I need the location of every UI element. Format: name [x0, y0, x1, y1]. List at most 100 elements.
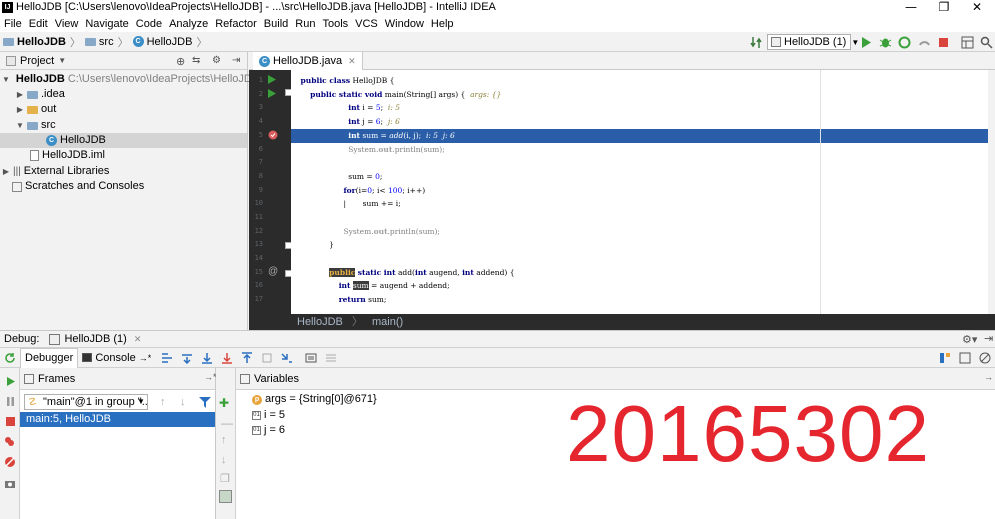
- force-step-into-icon[interactable]: [221, 352, 233, 364]
- new-watch-icon[interactable]: ✚: [219, 396, 229, 410]
- rerun-icon[interactable]: [4, 352, 16, 364]
- tree-item-root[interactable]: ▼ HelloJDB C:\Users\lenovo\IdeaProjects\…: [0, 72, 259, 87]
- run-configuration-select[interactable]: HelloJDB (1) ▼: [767, 34, 859, 50]
- hide-panel-icon[interactable]: →: [984, 372, 993, 382]
- intellij-logo-icon: IJ: [2, 2, 13, 13]
- maximize-button[interactable]: ❐: [929, 0, 959, 16]
- project-structure-icon[interactable]: [961, 36, 974, 49]
- project-view-select[interactable]: Project: [20, 55, 54, 67]
- menu-refactor[interactable]: Refactor: [211, 16, 260, 32]
- pause-icon[interactable]: [5, 396, 16, 407]
- camera-icon[interactable]: [4, 478, 16, 490]
- variable-row-i[interactable]: 01 i = 5: [252, 408, 285, 423]
- tree-item-external-libraries[interactable]: ▶ ||| External Libraries: [0, 164, 247, 179]
- debug-session-tab[interactable]: HelloJDB (1): [64, 333, 126, 345]
- tab-console[interactable]: Console →*: [78, 348, 155, 368]
- code-line: System.out.println(sum);: [291, 227, 440, 236]
- hide-panel-icon[interactable]: ⇥: [232, 55, 240, 66]
- hide-panel-icon[interactable]: ⇥: [984, 332, 993, 345]
- mute-breakpoints-icon[interactable]: [4, 456, 16, 468]
- thread-select[interactable]: ☡ "main"@1 in group "... ▼: [24, 394, 148, 410]
- gear-icon[interactable]: ⚙: [212, 55, 221, 66]
- step-out-icon[interactable]: [241, 351, 253, 364]
- menu-file[interactable]: File: [0, 16, 25, 32]
- menu-help[interactable]: Help: [427, 16, 457, 32]
- crumb-class[interactable]: HelloJDB: [297, 316, 343, 328]
- menu-edit[interactable]: Edit: [25, 16, 51, 32]
- run-gutter-icon[interactable]: [268, 89, 276, 98]
- tab-hellojdb-java[interactable]: C HelloJDB.java ✕: [253, 52, 363, 70]
- breadcrumb-separator: 〉: [117, 36, 129, 49]
- mute-breakpoints-icon[interactable]: [979, 352, 991, 364]
- editor-scrollbar[interactable]: [988, 70, 995, 314]
- evaluate-expression-icon[interactable]: [305, 352, 317, 364]
- close-tab-icon[interactable]: ✕: [348, 56, 356, 67]
- menu-navigate[interactable]: Navigate: [81, 16, 131, 32]
- menu-window[interactable]: Window: [381, 16, 427, 32]
- hide-panel-icon[interactable]: →*: [204, 372, 217, 382]
- variable-row-args[interactable]: p args = {String[0]@671}: [252, 392, 377, 407]
- build-icon[interactable]: [750, 36, 763, 49]
- menu-tools[interactable]: Tools: [318, 16, 351, 32]
- view-breakpoints-icon[interactable]: [4, 436, 16, 448]
- restore-layout-icon[interactable]: [939, 352, 951, 364]
- code-line: }: [291, 240, 334, 249]
- step-over-icon[interactable]: [181, 352, 193, 364]
- run-to-cursor-icon[interactable]: [281, 352, 293, 364]
- frame-down-icon[interactable]: ↓: [180, 396, 186, 408]
- search-everywhere-icon[interactable]: [980, 36, 993, 49]
- breadcrumb-project[interactable]: HelloJDB: [0, 36, 69, 48]
- copy-icon[interactable]: ❐: [220, 472, 230, 485]
- close-button[interactable]: ✕: [962, 0, 992, 16]
- settings-icon[interactable]: [959, 352, 971, 364]
- breakpoint-icon[interactable]: [268, 130, 278, 140]
- breadcrumb-src[interactable]: src: [82, 36, 117, 48]
- tree-item-src[interactable]: ▼ src: [0, 118, 247, 133]
- remove-watch-icon[interactable]: —: [221, 416, 233, 430]
- menu-code[interactable]: Code: [132, 16, 165, 32]
- watches-layout-icon[interactable]: [219, 490, 232, 503]
- tree-item-iml[interactable]: HelloJDB.iml: [0, 148, 247, 163]
- menu-view[interactable]: View: [51, 16, 82, 32]
- chevron-down-icon[interactable]: ▼: [58, 56, 66, 65]
- gear-icon[interactable]: ⚙▾: [962, 333, 977, 346]
- close-session-icon[interactable]: ✕: [134, 334, 142, 345]
- override-icon[interactable]: @: [268, 266, 278, 277]
- collapse-icon[interactable]: ⇆: [192, 55, 200, 66]
- arrow-icon: →*: [138, 352, 152, 363]
- tab-debugger[interactable]: Debugger: [20, 347, 79, 368]
- run-gutter-icon[interactable]: [268, 75, 276, 84]
- trace-icon[interactable]: [325, 352, 337, 364]
- tree-item-idea[interactable]: ▶ .idea: [0, 87, 247, 102]
- menu-run[interactable]: Run: [291, 16, 318, 32]
- tree-item-out[interactable]: ▶ out: [0, 102, 247, 117]
- variable-row-j[interactable]: 01 j = 6: [252, 423, 285, 438]
- tree-item-hellojdb-class[interactable]: C HelloJDB: [0, 133, 247, 148]
- minimize-button[interactable]: —: [896, 0, 926, 16]
- move-down-icon[interactable]: ↓: [221, 454, 227, 466]
- frame-up-icon[interactable]: ↑: [160, 396, 166, 408]
- step-into-icon[interactable]: [201, 352, 213, 364]
- crumb-method[interactable]: main(): [372, 316, 403, 328]
- code-editor[interactable]: public class HelloJDB { public static vo…: [291, 70, 995, 314]
- resume-icon[interactable]: [5, 376, 16, 387]
- move-up-icon[interactable]: ↑: [221, 434, 227, 446]
- tree-item-scratches[interactable]: Scratches and Consoles: [0, 179, 247, 194]
- drop-frame-icon[interactable]: [261, 352, 273, 364]
- run-icon[interactable]: [859, 36, 872, 49]
- show-execution-point-icon[interactable]: [161, 352, 173, 364]
- stop-icon[interactable]: [937, 36, 950, 49]
- menu-analyze[interactable]: Analyze: [165, 16, 211, 32]
- chevron-down-icon: ▼: [16, 121, 24, 130]
- folder-icon: [27, 105, 38, 114]
- stop-icon[interactable]: [5, 416, 16, 427]
- frame-item-selected[interactable]: main:5, HelloJDB: [20, 412, 215, 427]
- menu-vcs[interactable]: VCS: [351, 16, 381, 32]
- coverage-icon[interactable]: [898, 36, 911, 49]
- profile-icon[interactable]: [918, 36, 931, 49]
- filter-icon[interactable]: [199, 397, 211, 408]
- breadcrumb-file[interactable]: C HelloJDB: [130, 36, 196, 48]
- debug-icon[interactable]: [879, 36, 892, 49]
- menu-build[interactable]: Build: [260, 16, 291, 32]
- scroll-from-source-icon[interactable]: ⊕: [176, 55, 185, 68]
